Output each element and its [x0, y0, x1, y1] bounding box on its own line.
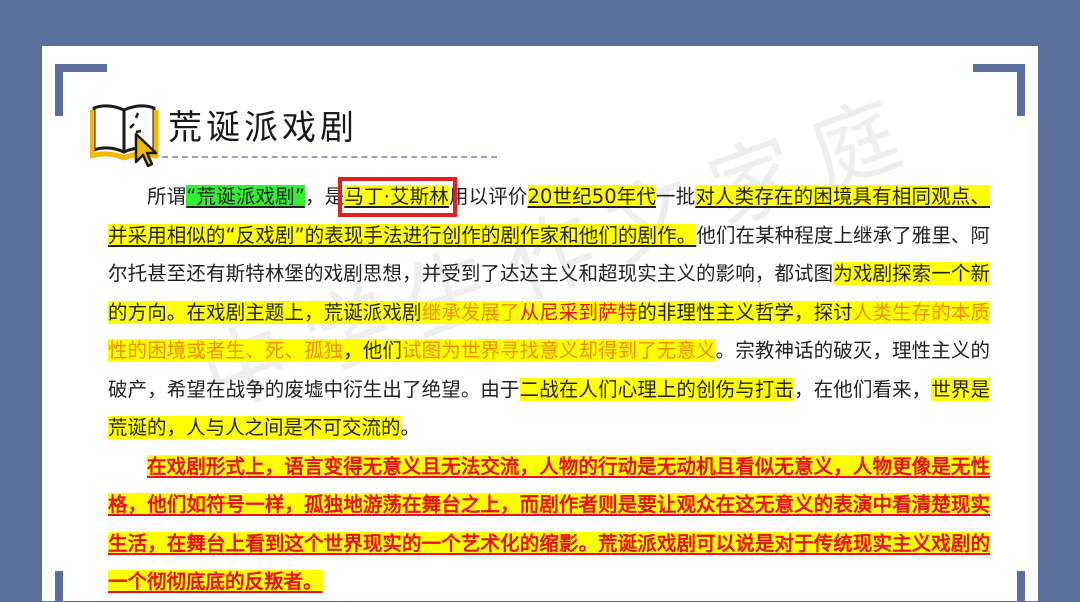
annotation-box — [338, 177, 457, 217]
text-segment: 一批 — [656, 185, 696, 208]
highlight-inherit: 继承发展了 — [421, 300, 520, 324]
highlight-theme: 在戏剧主题上，荒诞派戏剧 — [186, 300, 422, 324]
text-segment: 所谓 — [147, 185, 187, 208]
highlight-philosophers: 从尼采到萨特 — [519, 300, 638, 324]
highlight-period: 20世纪50年代 — [527, 185, 657, 208]
highlight-philosophy: 的非理性主义哲学， — [637, 300, 814, 324]
text-segment: 。 — [400, 416, 421, 439]
frame-corner-bottom-left — [55, 571, 107, 601]
highlight-meaning: 试图为世界寻找意义却得到了无意义 — [402, 339, 716, 362]
text-segment: 用以评价 — [448, 185, 528, 208]
title-divider — [162, 156, 497, 158]
article-body: 所谓“荒诞派戏剧”，是马丁·艾斯林用以评价20世纪50年代一批对人类存在的困境具… — [108, 178, 990, 602]
text-segment: ，在他们看来， — [794, 377, 932, 401]
open-book-cursor-icon — [89, 98, 164, 168]
text-segment: ，他们 — [343, 339, 403, 362]
paragraph-1: 所谓“荒诞派戏剧”，是马丁·艾斯林用以评价20世纪50年代一批对人类存在的困境具… — [108, 178, 990, 448]
content-card: 中学生作文家庭 荒诞派戏剧 所谓“荒诞派戏剧”，是马丁·艾斯林用以评价20世纪5… — [42, 46, 1038, 601]
page-title: 荒诞派戏剧 — [168, 108, 358, 148]
highlight-form: 在戏剧形式上，语言变得无意义且无法交流，人物的行动是无动机且看似无意义，人物更像… — [108, 454, 990, 593]
highlight-explore: 探讨 — [813, 300, 853, 324]
highlight-term: “荒诞派戏剧” — [186, 185, 305, 208]
highlight-war: 二战在人们心理上的创伤与打击 — [519, 377, 795, 401]
frame-corner-top-right — [973, 64, 1025, 116]
paragraph-2: 在戏剧形式上，语言变得无意义且无法交流，人物的行动是无动机且看似无意义，人物更像… — [108, 448, 990, 602]
